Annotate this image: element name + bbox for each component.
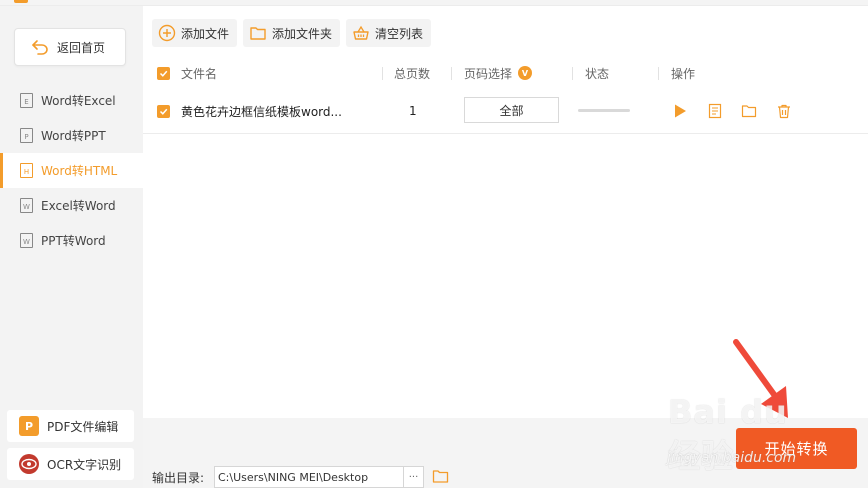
browse-button[interactable]: ··· (404, 466, 424, 488)
table-row[interactable]: 黄色花卉边框信纸模板word... 1 全部 (143, 90, 868, 132)
ocr-label: OCR文字识别 (47, 457, 122, 472)
table-header: 文件名 总页数 页码选择 V 状态 操作 (143, 58, 868, 88)
select-all-checkbox[interactable] (157, 66, 170, 80)
add-file-button[interactable]: 添加文件 (152, 19, 238, 47)
file-icon: W (20, 233, 33, 248)
output-dir-field[interactable]: C:\Users\NING MEI\Desktop (214, 466, 404, 488)
nav-item-ppt-to-word[interactable]: W PPT转Word (0, 223, 143, 258)
folder-icon (250, 27, 266, 40)
nav-item-label: Word转PPT (41, 129, 106, 143)
baidu-watermark-url: jingyan.baidu.com (667, 450, 797, 466)
play-icon[interactable] (672, 103, 688, 119)
header-filename: 文件名 (181, 66, 218, 81)
file-icon: H (20, 163, 33, 178)
output-folder-icon[interactable] (432, 468, 449, 484)
app-accent-sliver (14, 0, 28, 3)
conversion-nav: E Word转Excel P Word转PPT H Word转HTML W Excel转… (0, 83, 143, 258)
back-home-button[interactable]: 返回首页 (14, 28, 126, 66)
nav-item-word-to-html[interactable]: H Word转HTML (0, 153, 143, 188)
baidu-watermark-logo: Bai du 经验 (668, 393, 788, 475)
plus-circle-icon (158, 24, 176, 42)
header-page-select: 页码选择 V (464, 58, 533, 88)
back-home-label: 返回首页 (57, 40, 106, 55)
status-progress-bar (578, 109, 630, 112)
output-dir-label: 输出目录: (152, 471, 205, 485)
basket-icon (353, 25, 369, 40)
header-status: 状态 (585, 66, 610, 81)
pdf-edit-button[interactable]: P PDF文件编辑 (7, 410, 134, 442)
file-icon: W (20, 198, 33, 213)
add-folder-label: 添加文件夹 (272, 26, 333, 41)
nav-item-word-to-excel[interactable]: E Word转Excel (0, 83, 143, 118)
row-page-count: 1 (409, 104, 417, 118)
nav-item-label: Word转HTML (41, 164, 118, 178)
file-icon: E (20, 93, 33, 108)
header-actions: 操作 (671, 66, 696, 81)
row-filename: 黄色花卉边框信纸模板word... (181, 104, 342, 119)
row-divider (143, 133, 868, 134)
clear-list-label: 清空列表 (375, 26, 424, 41)
open-folder-icon[interactable] (741, 103, 757, 119)
nav-item-label: Excel转Word (41, 199, 116, 213)
nav-item-label: Word转Excel (41, 94, 116, 108)
pdf-icon: P (19, 416, 39, 436)
row-checkbox[interactable] (157, 104, 170, 118)
pdf-edit-label: PDF文件编辑 (47, 419, 119, 434)
add-file-label: 添加文件 (181, 26, 230, 41)
file-icon: P (20, 128, 33, 143)
nav-item-excel-to-word[interactable]: W Excel转Word (0, 188, 143, 223)
clear-list-button[interactable]: 清空列表 (346, 19, 432, 47)
header-page-select-label: 页码选择 (464, 66, 513, 81)
delete-icon[interactable] (776, 103, 792, 119)
toolbar: 添加文件 添加文件夹 清空列表 (152, 19, 432, 47)
ocr-eye-icon (19, 454, 39, 474)
page-select-dropdown[interactable]: 全部 (464, 97, 559, 123)
add-folder-button[interactable]: 添加文件夹 (243, 19, 341, 47)
page-select-help-icon[interactable]: V (518, 66, 533, 80)
back-arrow-icon (32, 40, 48, 55)
ocr-button[interactable]: OCR文字识别 (7, 448, 134, 480)
nav-item-word-to-ppt[interactable]: P Word转PPT (0, 118, 143, 153)
nav-item-label: PPT转Word (41, 234, 106, 248)
header-pages: 总页数 (394, 66, 431, 81)
document-icon[interactable] (707, 103, 723, 119)
